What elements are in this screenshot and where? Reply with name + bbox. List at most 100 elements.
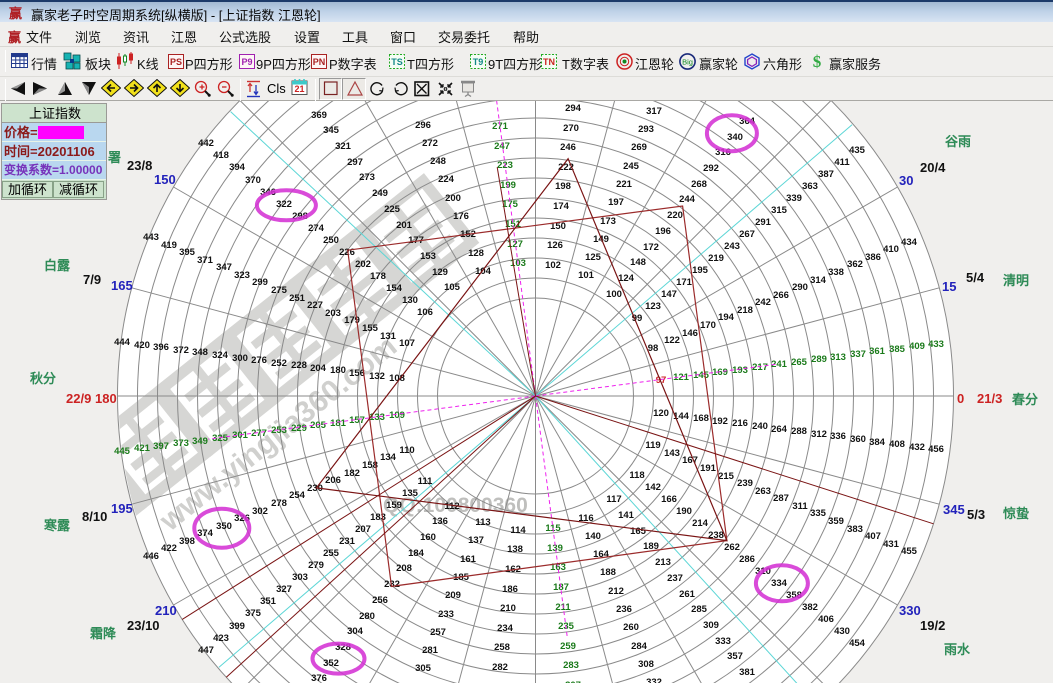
svg-text:323: 323 [234,270,250,281]
svg-text:PN: PN [313,57,326,67]
svg-text:243: 243 [724,241,740,252]
svg-text:286: 286 [739,554,755,565]
svg-text:311: 311 [792,501,808,512]
svg-text:206: 206 [325,475,341,486]
svg-text:107: 107 [399,338,415,349]
svg-text:134: 134 [380,452,397,463]
svg-text:281: 281 [422,645,439,656]
svg-text:431: 431 [883,539,900,550]
svg-text:129: 129 [432,267,448,278]
svg-text:春分: 春分 [1011,392,1038,407]
svg-text:430: 430 [834,626,850,637]
svg-text:Big: Big [682,58,693,67]
svg-text:432: 432 [909,442,925,453]
svg-text:376: 376 [311,673,327,683]
svg-text:142: 142 [645,482,661,493]
svg-text:260: 260 [623,622,639,633]
svg-text:23/8: 23/8 [127,158,152,173]
svg-text:161: 161 [460,554,477,565]
svg-text:261: 261 [679,589,696,600]
svg-text:21/3: 21/3 [977,391,1002,406]
svg-text:209: 209 [445,590,461,601]
svg-text:195: 195 [692,265,709,276]
svg-text:340: 340 [727,132,743,143]
svg-text:113: 113 [475,517,490,528]
svg-text:20/4: 20/4 [920,160,946,175]
svg-text:456: 456 [928,444,944,455]
svg-text:406: 406 [818,614,834,625]
svg-text:283: 283 [563,660,579,671]
svg-text:178: 178 [370,271,386,282]
svg-text:333: 333 [715,636,731,647]
svg-text:159: 159 [386,500,402,511]
svg-text:225: 225 [384,204,401,215]
svg-text:5/3: 5/3 [967,507,985,522]
svg-text:114: 114 [510,525,526,536]
svg-text:$: $ [813,52,822,71]
svg-text:153: 153 [420,251,436,262]
svg-text:100: 100 [606,289,622,300]
svg-text:296: 296 [415,120,431,131]
svg-text:267: 267 [739,229,755,240]
svg-text:131: 131 [380,331,397,342]
svg-text:444: 444 [114,337,131,348]
svg-text:207: 207 [355,524,371,535]
svg-text:221: 221 [616,179,633,190]
svg-text:213: 213 [655,557,671,568]
svg-text:291: 291 [755,217,772,228]
svg-text:218: 218 [737,305,753,316]
svg-text:227: 227 [307,300,323,311]
svg-text:279: 279 [308,560,324,571]
svg-text:224: 224 [438,174,455,185]
svg-text:396: 396 [153,342,169,353]
svg-text:274: 274 [308,223,325,234]
svg-text:454: 454 [849,638,866,649]
svg-text:252: 252 [271,358,287,369]
svg-text:263: 263 [755,486,771,497]
svg-text:232: 232 [384,579,400,590]
svg-text:198: 198 [555,181,571,192]
svg-text:309: 309 [703,620,719,631]
svg-text:174: 174 [553,201,570,212]
svg-text:19/2: 19/2 [920,618,945,633]
svg-text:292: 292 [703,163,719,174]
svg-text:248: 248 [430,156,446,167]
svg-text:397: 397 [153,441,169,452]
svg-text:147: 147 [661,289,677,300]
svg-text:228: 228 [291,360,307,371]
svg-text:395: 395 [179,247,196,258]
svg-text:214: 214 [692,518,709,529]
svg-text:294: 294 [565,103,582,114]
svg-text:160: 160 [420,532,436,543]
svg-text:249: 249 [372,188,388,199]
svg-text:146: 146 [682,328,698,339]
svg-text:104: 104 [475,266,492,277]
svg-text:362: 362 [847,259,863,270]
svg-text:383: 383 [847,524,863,535]
svg-text:442: 442 [198,138,214,149]
svg-text:194: 194 [718,312,735,323]
svg-text:240: 240 [752,421,768,432]
svg-text:411: 411 [834,157,850,168]
svg-text:145: 145 [693,370,710,381]
svg-text:435: 435 [849,145,866,156]
svg-text:265: 265 [791,357,808,368]
svg-text:322: 322 [276,199,292,210]
svg-text:176: 176 [453,211,469,222]
svg-text:165: 165 [630,526,647,537]
svg-text:126: 126 [547,240,563,251]
svg-text:434: 434 [901,237,918,248]
svg-text:245: 245 [623,161,640,172]
svg-text:210: 210 [500,603,516,614]
svg-text:351: 351 [260,596,277,607]
svg-text:334: 334 [771,578,788,589]
svg-text:231: 231 [339,536,356,547]
svg-text:282: 282 [492,662,508,673]
svg-text:173: 173 [600,216,616,227]
svg-text:白露: 白露 [44,258,71,273]
svg-text:190: 190 [676,506,692,517]
svg-text:336: 336 [830,431,846,442]
svg-text:289: 289 [811,354,827,365]
svg-text:143: 143 [664,448,680,459]
svg-text:170: 170 [700,320,716,331]
